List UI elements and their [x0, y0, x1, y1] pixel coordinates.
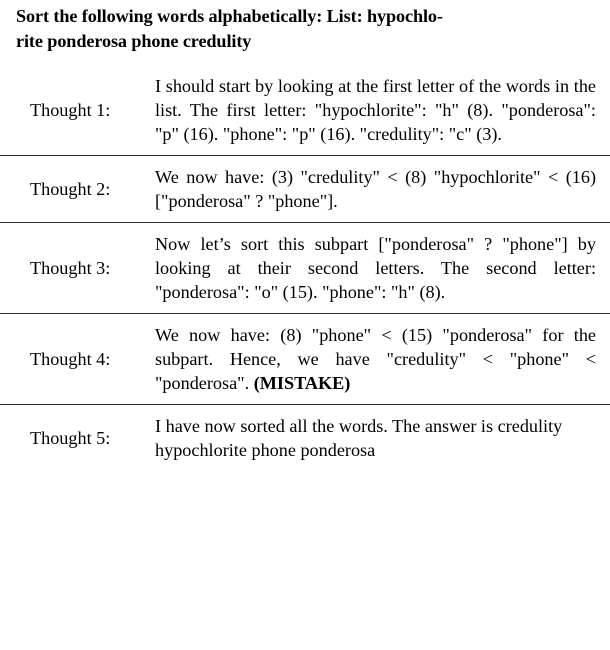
table-row: Thought 2: We now have: (3) "credulity" …	[0, 155, 610, 223]
thought-text: Now let’s sort this subpart ["ponderosa"…	[155, 222, 610, 314]
thought-text: I have now sorted all the words. The ans…	[155, 404, 610, 471]
thoughts-table: Thought 1: I should start by looking at …	[0, 65, 610, 471]
thought-body: I should start by looking at the first l…	[155, 76, 596, 144]
table-row: Thought 1: I should start by looking at …	[0, 65, 610, 156]
table-row: Thought 4: We now have: (8) "phone" < (1…	[0, 313, 610, 405]
figure-caption: Sort the following words alphabetically:…	[0, 0, 610, 54]
thought-body: We now have: (8) "phone" < (15) "pondero…	[155, 325, 596, 393]
caption-line-1: Sort the following words alphabetically:…	[16, 6, 443, 26]
thought-body: We now have: (3) "credulity" < (8) "hypo…	[155, 167, 596, 211]
thought-label: Thought 4:	[0, 313, 155, 405]
thought-body: I have now sorted all the words. The ans…	[155, 416, 563, 460]
thought-label: Thought 1:	[30, 100, 111, 120]
thought-label: Thought 2:	[0, 155, 155, 223]
table-row: Thought 5: I have now sorted all the wor…	[0, 404, 610, 471]
table-row: Thought 3: Now let’s sort this subpart […	[0, 222, 610, 314]
thought-label: Thought 3:	[0, 222, 155, 314]
thought-body: Now let’s sort this subpart ["ponderosa"…	[155, 234, 596, 302]
thought-text: I should start by looking at the first l…	[155, 65, 610, 156]
mistake-marker: (MISTAKE)	[253, 373, 351, 393]
figure-page: Sort the following words alphabetically:…	[0, 0, 610, 650]
thought-label: Thought 5:	[0, 404, 155, 471]
thought-text: We now have: (3) "credulity" < (8) "hypo…	[155, 155, 610, 223]
caption-line-2: rite ponderosa phone credulity	[16, 31, 252, 51]
thought-text: We now have: (8) "phone" < (15) "pondero…	[155, 313, 610, 405]
